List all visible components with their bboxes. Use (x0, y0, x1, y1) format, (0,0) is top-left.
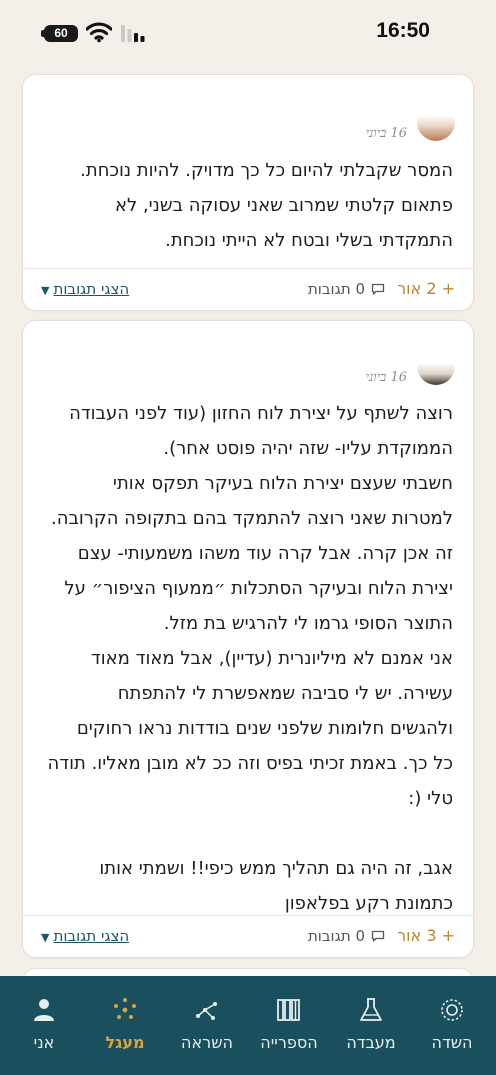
battery-level: 60 (54, 26, 68, 40)
post-text: המסר שקבלתי להיום כל כך מדויק. להיות נוכ… (80, 160, 453, 251)
nav-label: אני (33, 1033, 55, 1052)
nav-item-me[interactable]: אני (3, 976, 85, 1075)
nav-label: השדה (431, 1033, 473, 1052)
circle-dots-icon (114, 998, 136, 1019)
bottom-nav: אני מעגל השראה הספרייה מעבדה השדה (0, 976, 496, 1075)
light-button[interactable]: + 2 אור (397, 279, 455, 298)
show-comments-link[interactable]: הצגי תגובות▼ (41, 927, 129, 945)
flask-icon (360, 998, 382, 1021)
comments-count-label: 0 תגובות (307, 280, 365, 298)
show-comments-link[interactable]: הצגי תגובות▼ (41, 280, 129, 298)
post-text: רוצה לשתף על יצירת לוח החזון (עוד לפני ה… (47, 403, 453, 914)
nav-item-lab[interactable]: מעבדה (330, 976, 412, 1075)
nav-item-library[interactable]: הספרייה (248, 976, 330, 1075)
nav-label: מעבדה (346, 1033, 396, 1052)
books-icon (277, 999, 300, 1021)
avatar[interactable] (417, 115, 455, 141)
post-footer: + 2 אור 0 תגובות הצגי תגובות▼ (23, 268, 473, 312)
post-date: 16 ביוני (365, 370, 407, 385)
post-card: 16 ביוני המסר שקבלתי להיום כל כך מדויק. … (22, 74, 474, 311)
comments-count-label: 0 תגובות (307, 927, 365, 945)
avatar[interactable] (417, 363, 455, 385)
post-card (22, 968, 474, 976)
nav-label: הספרייה (260, 1033, 318, 1052)
wifi-icon (86, 22, 112, 43)
show-comments-label: הצגי תגובות (53, 280, 130, 298)
constellation-icon (196, 1002, 217, 1020)
post-date: 16 ביוני (365, 126, 407, 141)
nav-item-inspiration[interactable]: השראה (166, 976, 248, 1075)
status-bar: 60 16:50 (0, 0, 496, 66)
field-icon (441, 999, 463, 1021)
person-icon (34, 999, 54, 1021)
status-time: 16:50 (376, 19, 430, 42)
signal-icon (121, 25, 145, 42)
feed[interactable]: 16 ביוני המסר שקבלתי להיום כל כך מדויק. … (0, 66, 496, 976)
show-comments-label: הצגי תגובות (53, 927, 130, 945)
chevron-down-icon: ▼ (41, 931, 50, 944)
comment-icon (371, 283, 385, 295)
nav-item-field[interactable]: השדה (411, 976, 493, 1075)
nav-label: מעגל (105, 1033, 145, 1052)
nav-label: השראה (181, 1033, 233, 1052)
battery-icon: 60 (41, 25, 78, 42)
post-footer: + 3 אור 0 תגובות הצגי תגובות▼ (23, 915, 473, 959)
chevron-down-icon: ▼ (41, 284, 50, 297)
nav-item-circle[interactable]: מעגל (84, 976, 166, 1075)
post-card: 16 ביוני רוצה לשתף על יצירת לוח החזון (ע… (22, 320, 474, 958)
light-button[interactable]: + 3 אור (397, 926, 455, 945)
comment-icon (371, 930, 385, 942)
comments-count[interactable]: 0 תגובות (308, 927, 385, 945)
comments-count[interactable]: 0 תגובות (308, 280, 385, 298)
